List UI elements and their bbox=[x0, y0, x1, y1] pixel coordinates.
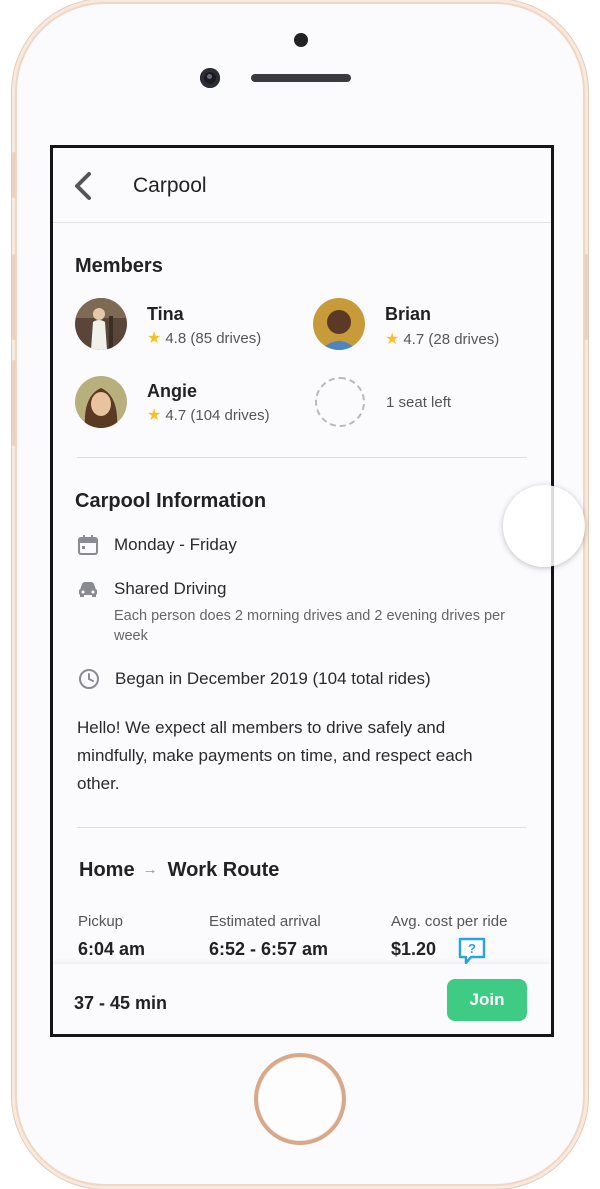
chevron-left-icon[interactable] bbox=[69, 170, 99, 202]
driving-detail-text: Each person does 2 morning drives and 2 … bbox=[114, 608, 505, 644]
divider bbox=[77, 457, 527, 458]
schedule-text: Monday - Friday bbox=[114, 535, 237, 554]
front-camera bbox=[200, 68, 220, 88]
arrival-value: 6:52 - 6:57 am bbox=[209, 939, 329, 959]
avatar-angie[interactable] bbox=[75, 376, 127, 428]
rating-text: 4.8 (85 drives) bbox=[165, 330, 262, 347]
seats-left-text: 1 seat left bbox=[386, 394, 452, 411]
route-from: Home bbox=[79, 859, 135, 881]
member-rating-brian: ★ 4.7 (28 drives) bbox=[385, 329, 499, 349]
carpool-description: Hello! We expect all members to drive sa… bbox=[77, 718, 473, 793]
volume-down-button bbox=[12, 360, 16, 446]
avatar-tina[interactable] bbox=[75, 298, 127, 350]
mute-switch bbox=[12, 152, 16, 198]
power-button bbox=[584, 254, 588, 340]
clock-icon bbox=[79, 669, 99, 689]
touch-indicator bbox=[503, 485, 585, 567]
pickup-label: Pickup bbox=[78, 913, 124, 930]
earpiece-speaker bbox=[251, 74, 351, 82]
arrival-label: Estimated arrival bbox=[209, 913, 321, 930]
began-text: Began in December 2019 (104 total rides) bbox=[115, 669, 431, 688]
app-screen: Carpool Members Tina ★ 4.8 (85 drives) Br… bbox=[50, 145, 554, 1037]
route-heading: Home → Work Route bbox=[79, 859, 279, 882]
join-button[interactable]: Join bbox=[447, 979, 527, 1021]
rating-text: 4.7 (104 drives) bbox=[165, 407, 270, 424]
empty-seat-placeholder bbox=[315, 377, 365, 427]
nav-bar: Carpool bbox=[53, 148, 551, 223]
rating-text: 4.7 (28 drives) bbox=[403, 331, 500, 348]
member-rating-tina: ★ 4.8 (85 drives) bbox=[147, 328, 261, 348]
route-to: Work Route bbox=[167, 859, 280, 881]
arrow-right-icon: → bbox=[142, 861, 158, 878]
avatar-brian[interactable] bbox=[313, 298, 365, 350]
star-icon: ★ bbox=[147, 330, 162, 347]
carpool-info-heading: Carpool Information bbox=[75, 490, 267, 512]
front-sensor bbox=[294, 33, 308, 47]
member-name-angie: Angie bbox=[147, 381, 198, 401]
home-button[interactable] bbox=[254, 1053, 346, 1145]
bottom-action-bar: 37 - 45 min Join bbox=[53, 964, 551, 1034]
divider bbox=[77, 827, 527, 828]
cost-value: $1.20 bbox=[391, 939, 437, 959]
cost-label: Avg. cost per ride bbox=[391, 913, 508, 930]
volume-up-button bbox=[12, 254, 16, 340]
trip-duration: 37 - 45 min bbox=[74, 993, 168, 1013]
driving-mode-text: Shared Driving bbox=[114, 579, 227, 598]
member-name-tina: Tina bbox=[147, 304, 184, 324]
member-rating-angie: ★ 4.7 (104 drives) bbox=[147, 405, 270, 425]
car-icon bbox=[79, 582, 97, 597]
svg-text:?: ? bbox=[468, 941, 476, 956]
calendar-icon bbox=[78, 535, 98, 555]
star-icon: ★ bbox=[385, 331, 400, 348]
members-heading: Members bbox=[75, 255, 163, 277]
page-title: Carpool bbox=[133, 174, 207, 197]
help-question-icon[interactable]: ? bbox=[457, 936, 487, 966]
star-icon: ★ bbox=[147, 407, 162, 424]
pickup-value: 6:04 am bbox=[78, 939, 146, 959]
member-name-brian: Brian bbox=[385, 304, 432, 324]
